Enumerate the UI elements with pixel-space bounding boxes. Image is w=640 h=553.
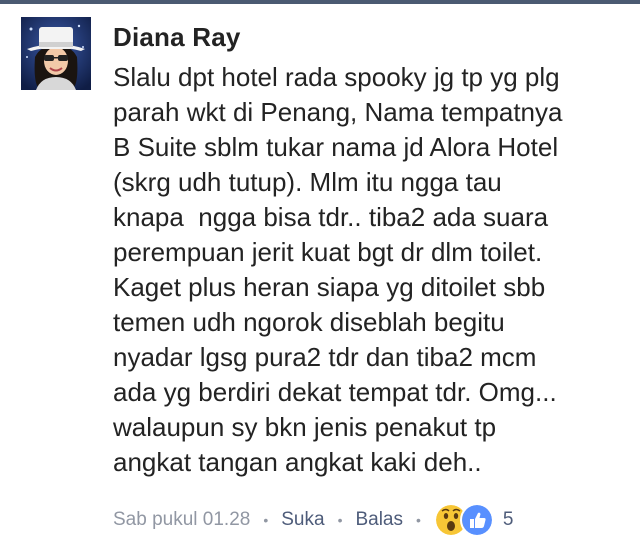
comment-actions: Sab pukul 01.28 • Suka • Balas • 5 [113,502,513,538]
comment-line: nyadar lgsg pura2 tdr dan tiba2 mcm [113,342,537,372]
comment-line: walaupun sy bkn jenis penakut tp [113,412,497,442]
comment-line: knapa ngga bisa tdr.. tiba2 ada suara [113,202,549,232]
comment-line: perempuan jerit kuat bgt dr dlm toilet. [113,237,543,267]
separator-dot: • [416,512,421,528]
reactions-summary[interactable]: 5 [433,503,514,537]
comment-line: B Suite sblm tukar nama jd Alora Hotel [113,132,559,162]
author-avatar[interactable] [21,17,91,90]
comment-line: Kaget plus heran siapa yg ditoilet sbb [113,272,546,302]
comment-line: temen udh ngorok diseblah begitu [113,307,505,337]
reaction-count: 5 [502,509,514,530]
comment-line: Slalu dpt hotel rada spooky jg tp yg plg [113,62,560,92]
comment-line: (skrg udh tutup). Mlm itu ngga tau [113,167,502,197]
comment-line: parah wkt di Penang, Nama tempatnya [113,97,563,127]
comment-body: Slalu dpt hotel rada spooky jg tp yg plg… [113,60,633,480]
author-name-link[interactable]: Diana Ray [113,22,241,53]
comment-timestamp[interactable]: Sab pukul 01.28 [113,509,250,531]
comment-line: ada yg berdiri dekat tempat tdr. Omg... [113,377,557,407]
separator-dot: • [263,512,269,528]
like-button[interactable]: Suka [281,509,324,531]
reply-button[interactable]: Balas [355,509,403,531]
like-reaction-icon [459,503,494,537]
top-divider-bar [0,0,640,4]
separator-dot: • [337,512,343,528]
comment-line: angkat tangan angkat kaki deh.. [113,447,482,477]
